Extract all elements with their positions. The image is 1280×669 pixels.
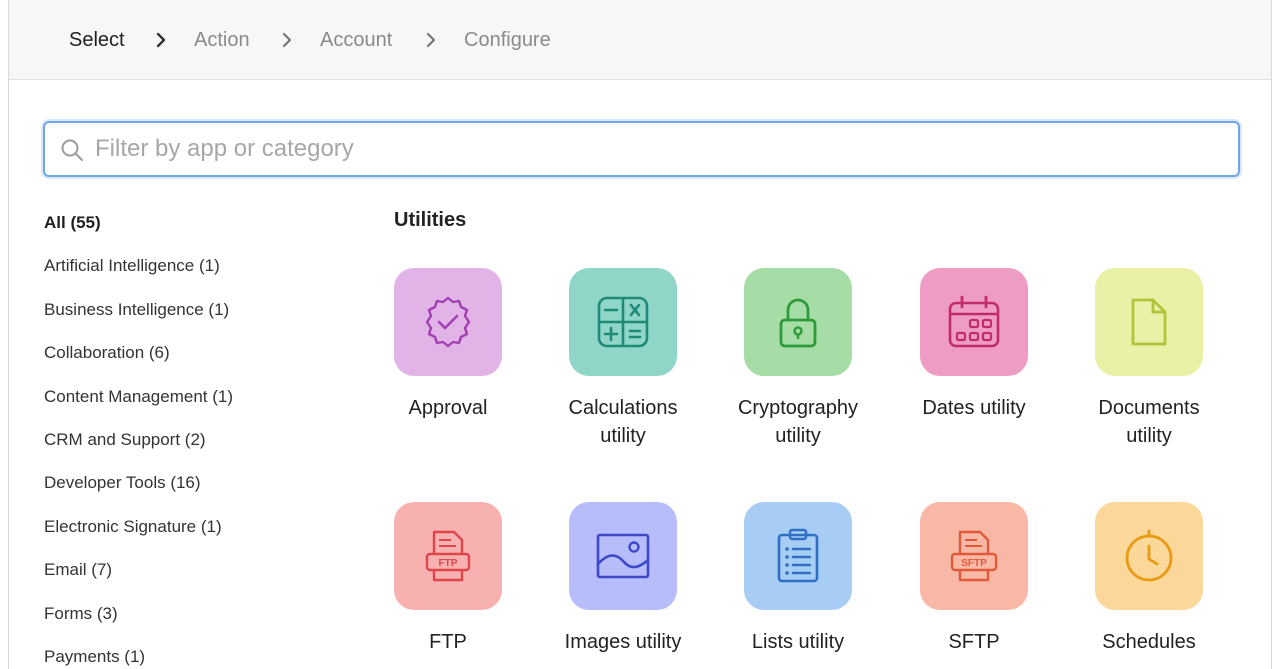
- search-input[interactable]: [95, 132, 1225, 166]
- app-approval[interactable]: Approval: [360, 268, 536, 422]
- app-lists-utility[interactable]: Lists utility: [710, 502, 886, 656]
- category-item[interactable]: Email (7): [44, 555, 344, 598]
- category-item[interactable]: Developer Tools (16): [44, 468, 344, 511]
- app-tile: [744, 502, 852, 610]
- category-item[interactable]: Collaboration (6): [44, 338, 344, 381]
- category-item[interactable]: Content Management (1): [44, 382, 344, 425]
- app-tile: [1095, 502, 1203, 610]
- step-select[interactable]: Select: [69, 28, 125, 52]
- svg-text:SFTP: SFTP: [961, 558, 987, 569]
- app-images-utility[interactable]: Images utility: [535, 502, 711, 656]
- app-label: Approval: [408, 397, 488, 419]
- svg-text:FTP: FTP: [439, 558, 458, 569]
- app-tile: [1095, 268, 1203, 376]
- chevron-right-icon: [156, 32, 166, 48]
- chevron-right-icon: [282, 32, 292, 48]
- app-label: Dates utility: [922, 397, 1026, 419]
- app-schedules[interactable]: Schedules: [1061, 502, 1237, 656]
- app-label: Lists utility: [751, 631, 845, 653]
- image-icon: [596, 533, 650, 579]
- search-icon: [61, 139, 83, 161]
- category-item[interactable]: Payments (1): [44, 642, 344, 669]
- sftp-file-icon: SFTP: [950, 530, 998, 582]
- section-title: Utilities: [394, 209, 467, 231]
- app-tile: [569, 268, 677, 376]
- chevron-right-icon: [426, 32, 436, 48]
- app-picker-panel: Select Action Account Configure All (55)…: [8, 0, 1272, 669]
- approval-badge-icon: [425, 296, 471, 348]
- app-sftp[interactable]: SFTP SFTP: [886, 502, 1062, 656]
- app-tile: [569, 502, 677, 610]
- category-list: All (55) Artificial Intelligence (1) Bus…: [44, 208, 344, 669]
- app-label: Images utility: [564, 631, 682, 653]
- app-label: Schedules: [1102, 631, 1196, 653]
- app-label: Documents utility: [1061, 394, 1237, 450]
- app-tile: FTP: [394, 502, 502, 610]
- app-label-text: Documents utility: [1098, 397, 1200, 447]
- lock-icon: [779, 298, 817, 348]
- app-tile: [394, 268, 502, 376]
- category-item[interactable]: Forms (3): [44, 599, 344, 642]
- app-cryptography-utility[interactable]: Cryptography utility: [710, 268, 886, 450]
- category-item[interactable]: Artificial Intelligence (1): [44, 251, 344, 294]
- app-tile: [920, 268, 1028, 376]
- app-label-text: Calculations utility: [568, 397, 678, 447]
- clock-icon: [1125, 529, 1173, 582]
- stepper: Select Action Account Configure: [9, 0, 1271, 80]
- calendar-icon: [948, 295, 1000, 348]
- category-item[interactable]: CRM and Support (2): [44, 425, 344, 468]
- category-all[interactable]: All (55): [44, 208, 344, 251]
- ftp-file-icon: FTP: [425, 530, 471, 582]
- app-documents-utility[interactable]: Documents utility: [1061, 268, 1237, 450]
- app-calculations-utility[interactable]: Calculations utility: [535, 268, 711, 450]
- step-action[interactable]: Action: [194, 28, 250, 52]
- app-ftp[interactable]: FTP FTP: [360, 502, 536, 656]
- app-dates-utility[interactable]: Dates utility: [886, 268, 1062, 422]
- category-item[interactable]: Business Intelligence (1): [44, 295, 344, 338]
- app-label: Calculations utility: [535, 394, 711, 450]
- app-label: FTP: [429, 631, 467, 653]
- category-item[interactable]: Electronic Signature (1): [44, 512, 344, 555]
- search-box[interactable]: [43, 121, 1240, 177]
- app-label: Cryptography utility: [710, 394, 886, 450]
- app-tile: SFTP: [920, 502, 1028, 610]
- clipboard-list-icon: [777, 528, 819, 583]
- calculator-icon: [597, 296, 649, 348]
- step-configure[interactable]: Configure: [464, 28, 551, 52]
- app-label: SFTP: [948, 631, 1000, 653]
- step-account[interactable]: Account: [320, 28, 392, 52]
- document-icon: [1131, 298, 1167, 346]
- app-tile: [744, 268, 852, 376]
- app-label-text: Cryptography utility: [737, 397, 859, 447]
